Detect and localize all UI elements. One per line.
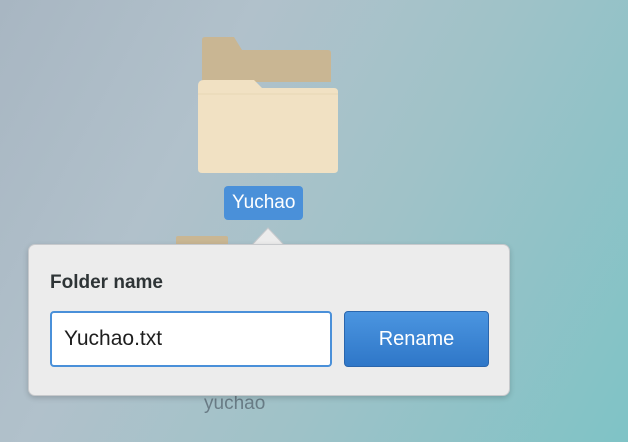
popover-title: Folder name — [50, 272, 163, 293]
popover-arrow — [250, 227, 286, 246]
desktop: Yuchao yuchao Folder name Rename — [0, 0, 628, 442]
rename-button[interactable]: Rename — [344, 311, 489, 367]
rename-popover: Folder name Rename — [28, 244, 510, 396]
folder-name-label[interactable]: Yuchao — [224, 186, 304, 220]
folder-icon[interactable] — [196, 36, 340, 174]
folder-name-input[interactable] — [50, 311, 332, 367]
